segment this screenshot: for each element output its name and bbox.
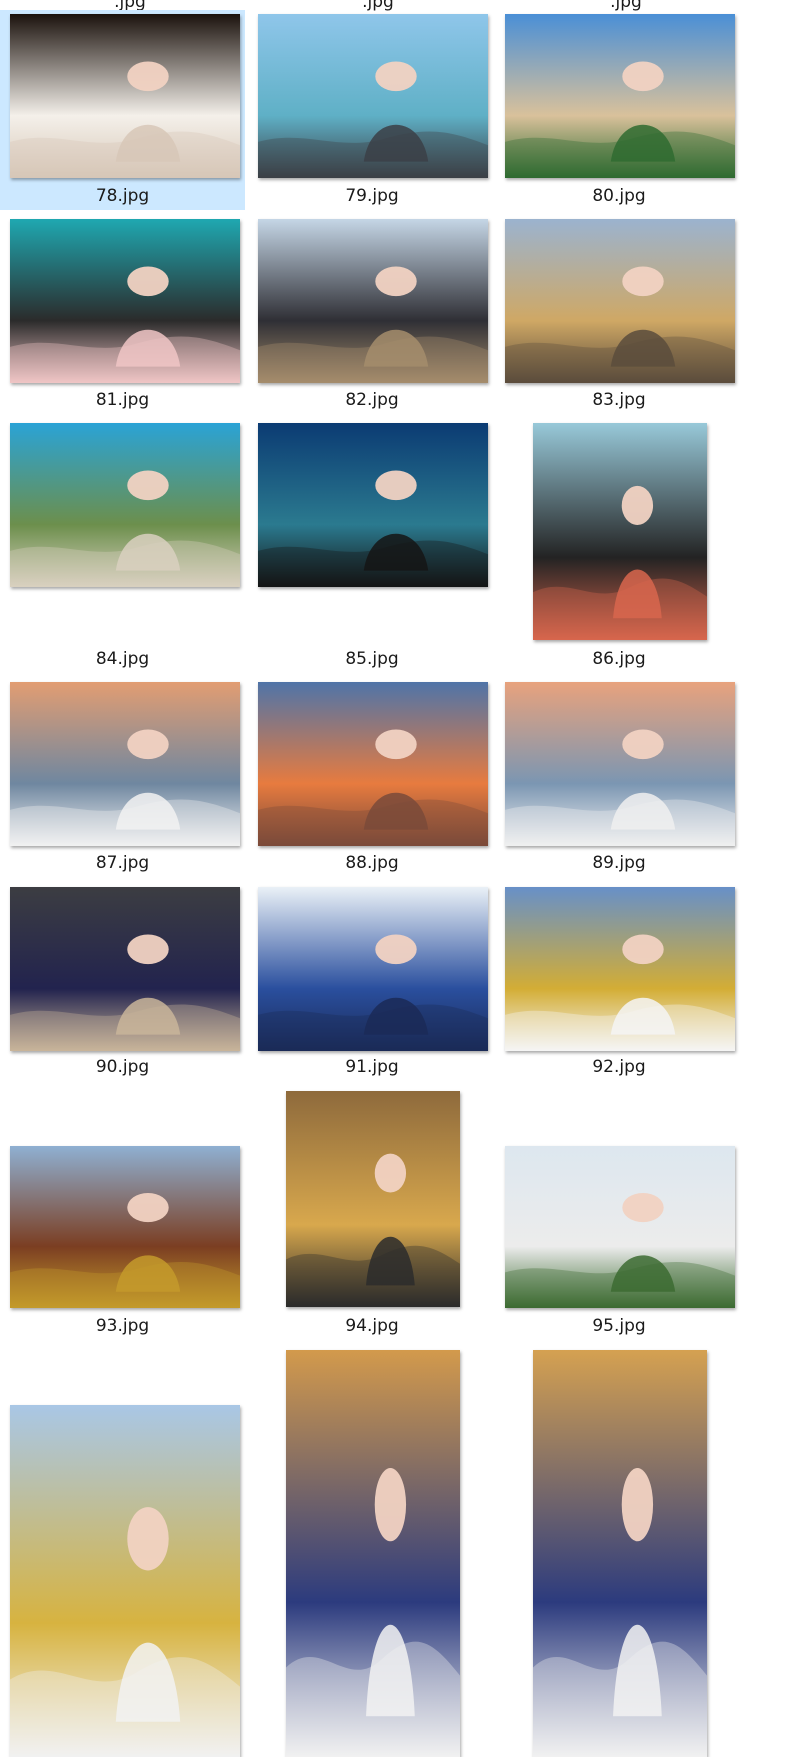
file-name-label: 79.jpg	[345, 186, 399, 206]
file-name-label: 89.jpg	[592, 853, 646, 873]
file-name-label: 94.jpg	[345, 1316, 399, 1336]
thumbnail-image	[533, 1350, 707, 1757]
thumbnail-image	[505, 219, 735, 383]
thumbnail-image	[505, 682, 735, 846]
file-name-label: 93.jpg	[95, 1316, 150, 1336]
file-grid: .jpg .jpg .jpg 78.jpg 79.jpg 80.jpg 81.j…	[0, 0, 801, 1757]
thumbnail-image	[258, 887, 488, 1051]
file-name-label: 80.jpg	[592, 186, 646, 206]
thumbnail-image	[10, 682, 240, 846]
file-name-label: 78.jpg	[95, 186, 150, 206]
thumbnail-image	[258, 423, 488, 587]
file-name-label: 81.jpg	[95, 390, 150, 410]
thumbnail-image	[286, 1091, 460, 1307]
thumbnail-image	[505, 887, 735, 1051]
thumbnail-image	[258, 219, 488, 383]
file-name-label: 92.jpg	[592, 1057, 646, 1077]
thumbnail-image	[10, 1146, 240, 1308]
file-name-label: 95.jpg	[592, 1316, 646, 1336]
thumbnail-image	[258, 682, 488, 846]
thumbnail-image	[10, 423, 240, 587]
thumbnail-image	[533, 423, 707, 640]
file-name-label: 88.jpg	[345, 853, 399, 873]
file-name-label: 91.jpg	[345, 1057, 399, 1077]
file-name-label: 90.jpg	[95, 1057, 150, 1077]
file-name-label: 85.jpg	[345, 649, 399, 669]
thumbnail-image	[10, 1405, 240, 1757]
thumbnail-image	[286, 1350, 460, 1757]
file-name-label: 82.jpg	[345, 390, 399, 410]
file-name-label: 87.jpg	[95, 853, 150, 873]
thumbnail-image	[10, 14, 240, 178]
file-name-label: 84.jpg	[95, 649, 150, 669]
file-name-label: 83.jpg	[592, 390, 646, 410]
thumbnail-image	[505, 1146, 735, 1308]
thumbnail-image	[258, 14, 488, 178]
file-name-label: 86.jpg	[592, 649, 646, 669]
thumbnail-image	[10, 219, 240, 383]
thumbnail-image	[10, 887, 240, 1051]
thumbnail-image	[505, 14, 735, 178]
